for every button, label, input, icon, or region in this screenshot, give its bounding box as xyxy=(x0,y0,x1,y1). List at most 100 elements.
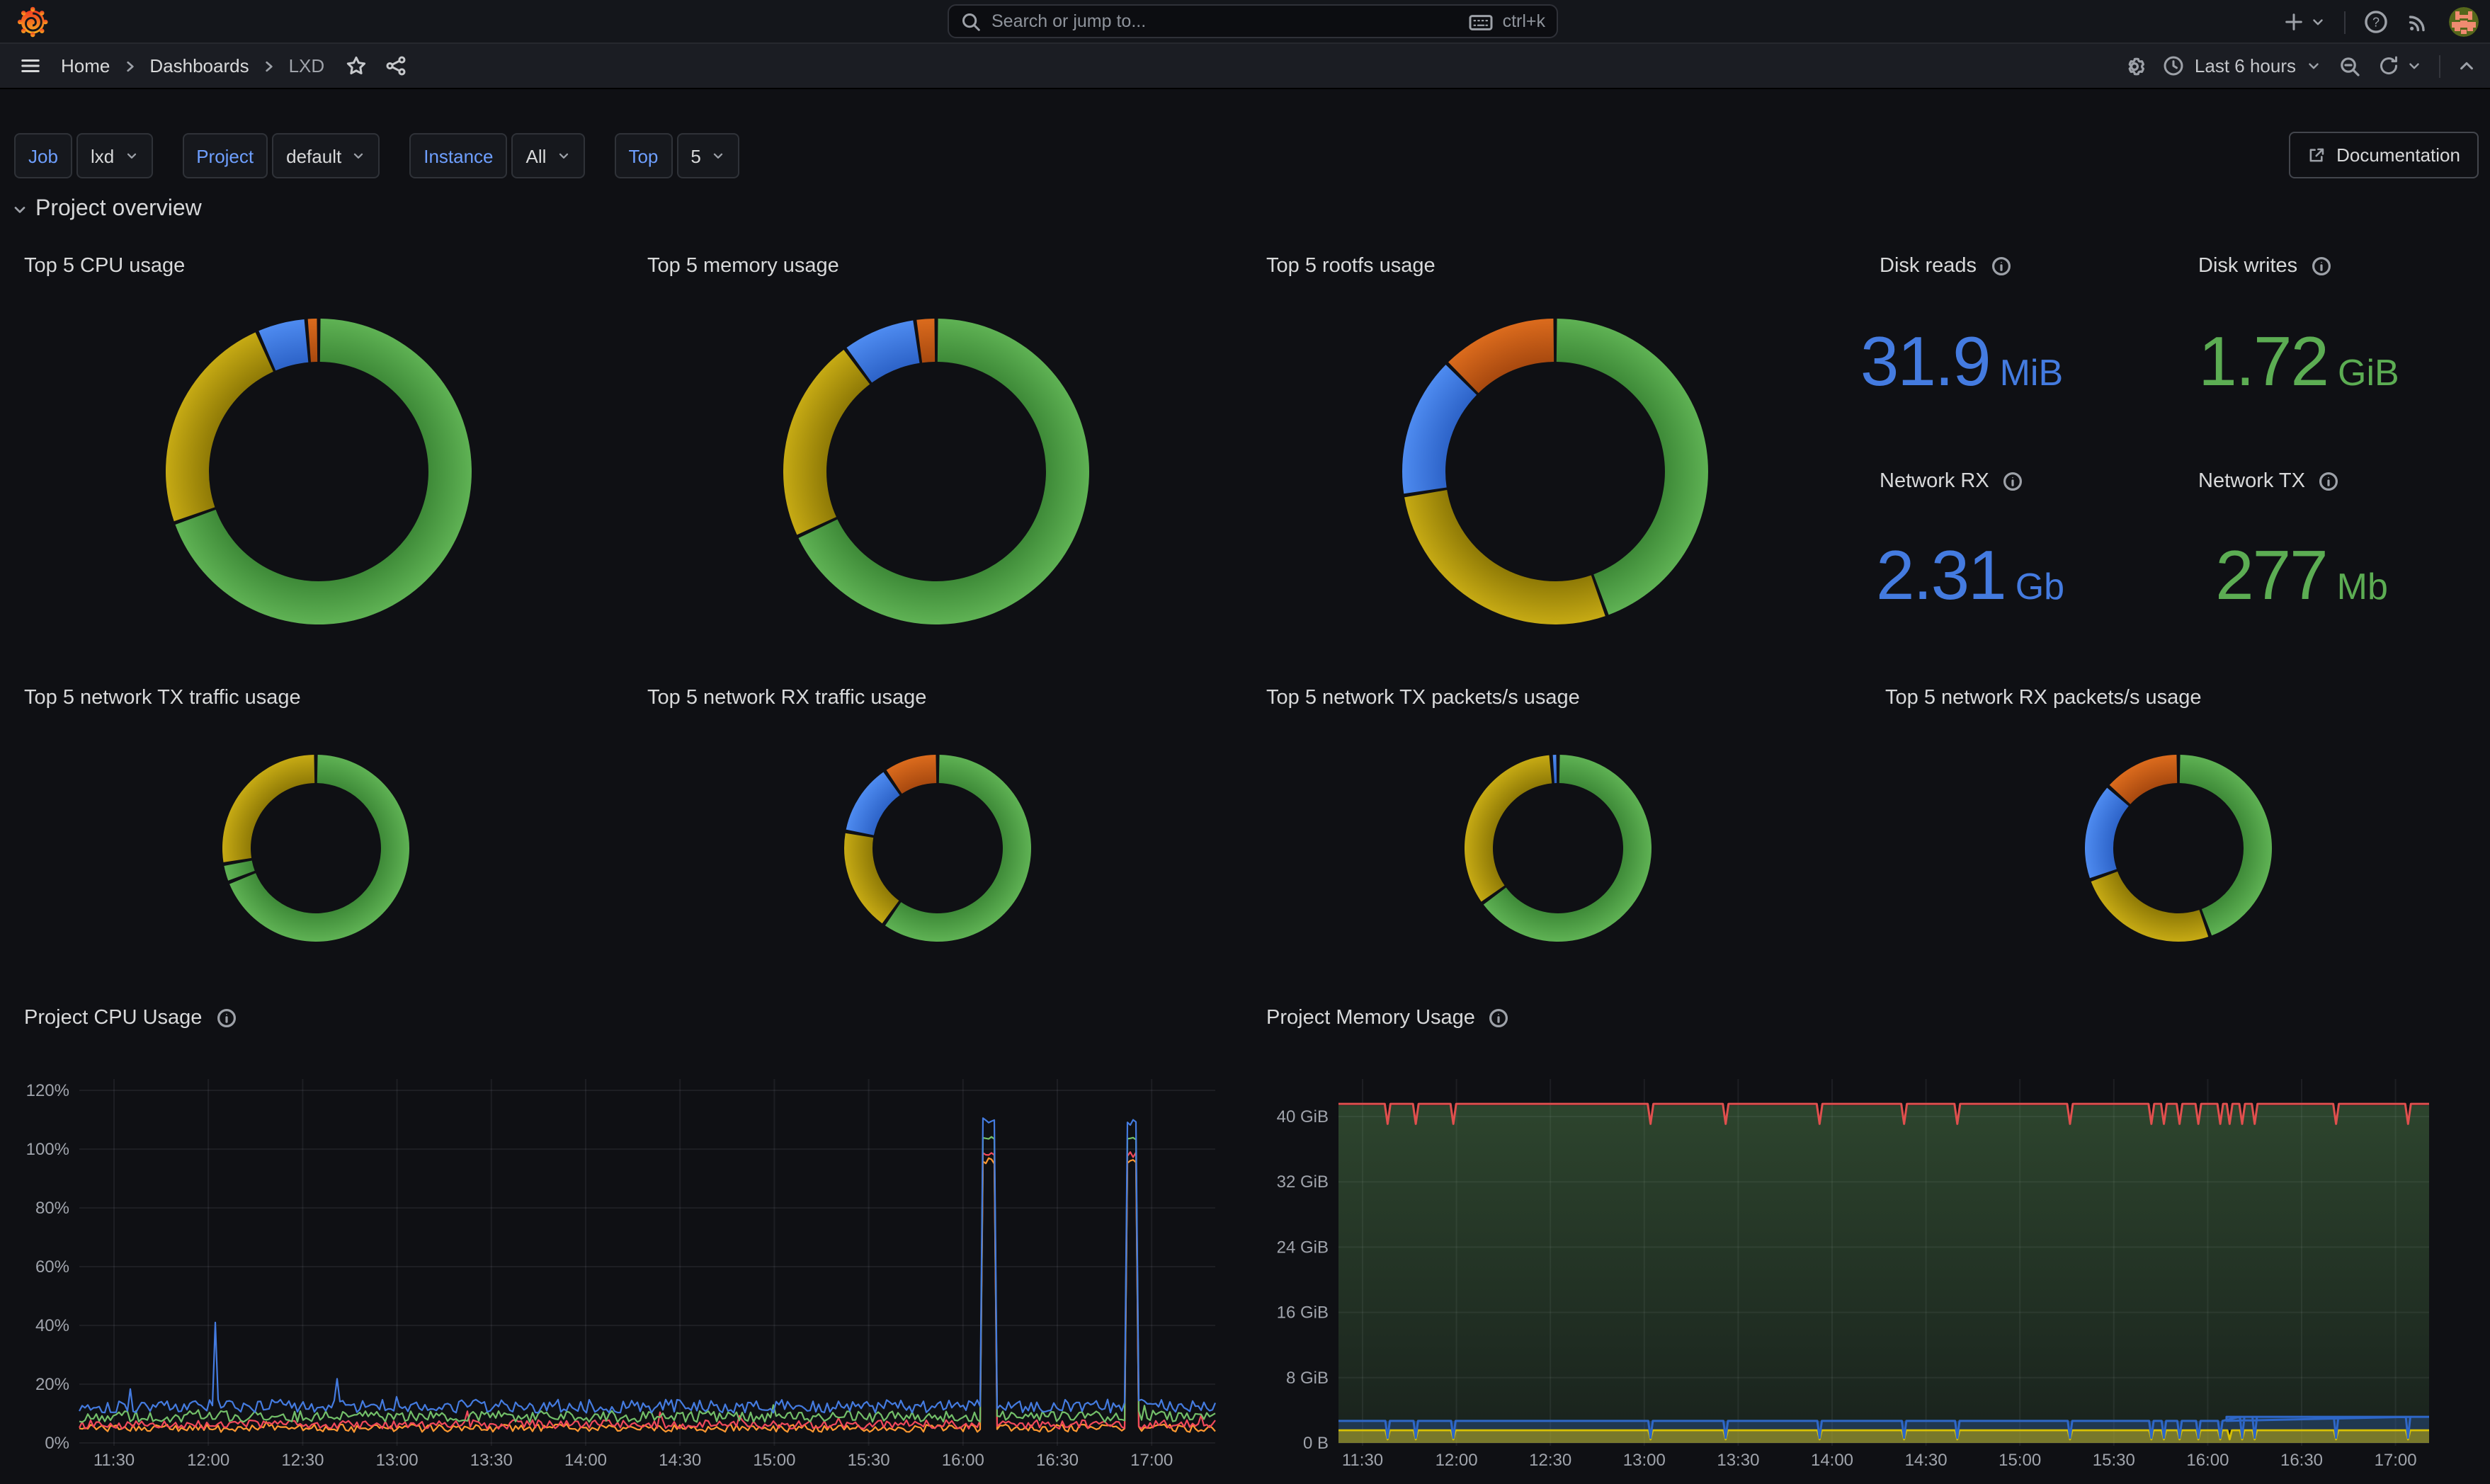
share-icon[interactable] xyxy=(385,55,407,76)
breadcrumb-dashboards[interactable]: Dashboards xyxy=(149,55,249,76)
svg-text:15:00: 15:00 xyxy=(753,1451,795,1470)
search-placeholder: Search or jump to... xyxy=(991,11,1459,31)
svg-text:16 GiB: 16 GiB xyxy=(1277,1303,1329,1323)
svg-text:15:30: 15:30 xyxy=(848,1451,890,1470)
time-range-label: Last 6 hours xyxy=(2195,55,2296,76)
chevron-down-icon xyxy=(556,149,570,163)
filter-job-value[interactable]: lxd xyxy=(76,133,152,178)
filter-job-label: Job xyxy=(14,133,72,178)
stat-network-tx: 277Mb xyxy=(2188,542,2415,612)
svg-text:40%: 40% xyxy=(35,1316,69,1335)
panel-title-memory-donut[interactable]: Top 5 memory usage xyxy=(647,255,839,278)
panel-title-disk-writes[interactable]: Disk writes xyxy=(2198,255,2331,278)
chevron-right-icon xyxy=(262,59,276,73)
filter-project-label: Project xyxy=(182,133,268,178)
grafana-logo-icon[interactable] xyxy=(17,6,50,38)
search-shortcut: ctrl+k xyxy=(1503,11,1545,31)
star-icon[interactable] xyxy=(346,55,367,76)
time-series-charts[interactable]: 0%20%40%60%80%100%120%11:3012:0012:3013:… xyxy=(0,991,2490,1484)
variable-bar: Job lxd Project default Instance All Top… xyxy=(0,132,2490,180)
filter-top-label: Top xyxy=(614,133,672,178)
stat-disk-writes: 1.72GiB xyxy=(2185,329,2412,398)
panel-title-rootfs-donut[interactable]: Top 5 rootfs usage xyxy=(1266,255,1436,278)
svg-text:12:30: 12:30 xyxy=(281,1451,324,1470)
filter-project-value[interactable]: default xyxy=(272,133,380,178)
filter-instance-value[interactable]: All xyxy=(512,133,585,178)
chevron-down-icon xyxy=(2306,58,2321,74)
clock-icon xyxy=(2164,55,2185,76)
svg-text:17:00: 17:00 xyxy=(2375,1451,2417,1470)
svg-text:15:00: 15:00 xyxy=(1999,1451,2041,1470)
panel-title-network-rx[interactable]: Network RX xyxy=(1880,470,2023,493)
panel-title-disk-reads[interactable]: Disk reads xyxy=(1880,255,2011,278)
svg-text:60%: 60% xyxy=(35,1257,69,1277)
section-title: Project overview xyxy=(35,197,202,222)
rootfs-usage-donut-chart[interactable] xyxy=(1402,319,1708,624)
svg-text:12:30: 12:30 xyxy=(1529,1451,1571,1470)
svg-text:14:00: 14:00 xyxy=(1811,1451,1853,1470)
nav-divider xyxy=(2439,55,2440,77)
section-row-project-overview[interactable]: Project overview xyxy=(11,197,202,222)
gear-icon[interactable] xyxy=(2124,55,2147,77)
stat-network-rx: 2.31Gb xyxy=(1863,542,2078,612)
zoom-out-icon[interactable] xyxy=(2338,55,2361,77)
add-button[interactable] xyxy=(2283,11,2326,33)
breadcrumb: Home Dashboards LXD xyxy=(61,55,407,76)
info-icon[interactable] xyxy=(1991,256,2011,276)
avatar[interactable] xyxy=(2449,7,2479,37)
panel-title-cpu-donut[interactable]: Top 5 CPU usage xyxy=(24,255,185,278)
refresh-icon xyxy=(2378,55,2399,76)
info-icon[interactable] xyxy=(2319,472,2339,491)
memory-usage-donut-chart[interactable] xyxy=(783,319,1089,624)
panel-title-net-rx-traffic[interactable]: Top 5 network RX traffic usage xyxy=(647,687,926,709)
external-link-icon xyxy=(2307,146,2325,164)
svg-text:40 GiB: 40 GiB xyxy=(1277,1107,1329,1126)
time-range-picker[interactable]: Last 6 hours xyxy=(2164,55,2321,76)
chevron-right-icon xyxy=(123,59,137,73)
net-tx-packets-donut-chart[interactable] xyxy=(1462,752,1654,944)
news-icon[interactable] xyxy=(2406,10,2431,34)
chevron-up-icon[interactable] xyxy=(2457,57,2476,75)
net-rx-traffic-donut-chart[interactable] xyxy=(841,752,1034,944)
svg-text:13:00: 13:00 xyxy=(1623,1451,1666,1470)
chevron-down-icon xyxy=(351,149,365,163)
menu-icon[interactable] xyxy=(20,55,41,76)
svg-text:17:00: 17:00 xyxy=(1130,1451,1173,1470)
svg-text:14:00: 14:00 xyxy=(564,1451,607,1470)
svg-text:?: ? xyxy=(2372,15,2380,29)
grafana-dashboard: Search or jump to... ctrl+k ? xyxy=(0,0,2490,1484)
dashboard-nav: Home Dashboards LXD Last 6 hours xyxy=(0,44,2490,89)
svg-text:80%: 80% xyxy=(35,1199,69,1218)
svg-text:100%: 100% xyxy=(26,1140,69,1159)
svg-text:24 GiB: 24 GiB xyxy=(1277,1238,1329,1257)
search-input[interactable]: Search or jump to... ctrl+k xyxy=(948,4,1558,38)
help-icon[interactable]: ? xyxy=(2364,10,2388,34)
keyboard-icon xyxy=(1469,11,1493,32)
chevron-down-icon xyxy=(2406,58,2422,74)
chevron-down-icon xyxy=(11,201,28,218)
svg-text:0 B: 0 B xyxy=(1303,1434,1329,1453)
svg-text:14:30: 14:30 xyxy=(1905,1451,1948,1470)
svg-text:0%: 0% xyxy=(45,1434,69,1453)
net-tx-traffic-donut-chart[interactable] xyxy=(220,752,412,944)
chevron-down-icon xyxy=(2310,14,2326,30)
panel-title-network-tx[interactable]: Network TX xyxy=(2198,470,2339,493)
svg-text:16:30: 16:30 xyxy=(1036,1451,1079,1470)
net-rx-packets-donut-chart[interactable] xyxy=(2082,752,2275,944)
refresh-button[interactable] xyxy=(2378,55,2422,76)
breadcrumb-home[interactable]: Home xyxy=(61,55,110,76)
documentation-button[interactable]: Documentation xyxy=(2288,132,2479,178)
panel-title-net-tx-traffic[interactable]: Top 5 network TX traffic usage xyxy=(24,687,301,709)
info-icon[interactable] xyxy=(2003,472,2023,491)
svg-text:11:30: 11:30 xyxy=(93,1451,135,1470)
info-icon[interactable] xyxy=(2312,256,2331,276)
panel-title-net-rx-packets[interactable]: Top 5 network RX packets/s usage xyxy=(1885,687,2202,709)
panel-title-net-tx-packets[interactable]: Top 5 network TX packets/s usage xyxy=(1266,687,1580,709)
cpu-usage-donut-chart[interactable] xyxy=(166,319,472,624)
filter-top-value[interactable]: 5 xyxy=(676,133,739,178)
svg-text:8 GiB: 8 GiB xyxy=(1286,1369,1329,1388)
svg-text:16:30: 16:30 xyxy=(2280,1451,2323,1470)
svg-text:13:30: 13:30 xyxy=(1717,1451,1759,1470)
svg-text:16:00: 16:00 xyxy=(942,1451,984,1470)
svg-text:120%: 120% xyxy=(26,1081,69,1100)
